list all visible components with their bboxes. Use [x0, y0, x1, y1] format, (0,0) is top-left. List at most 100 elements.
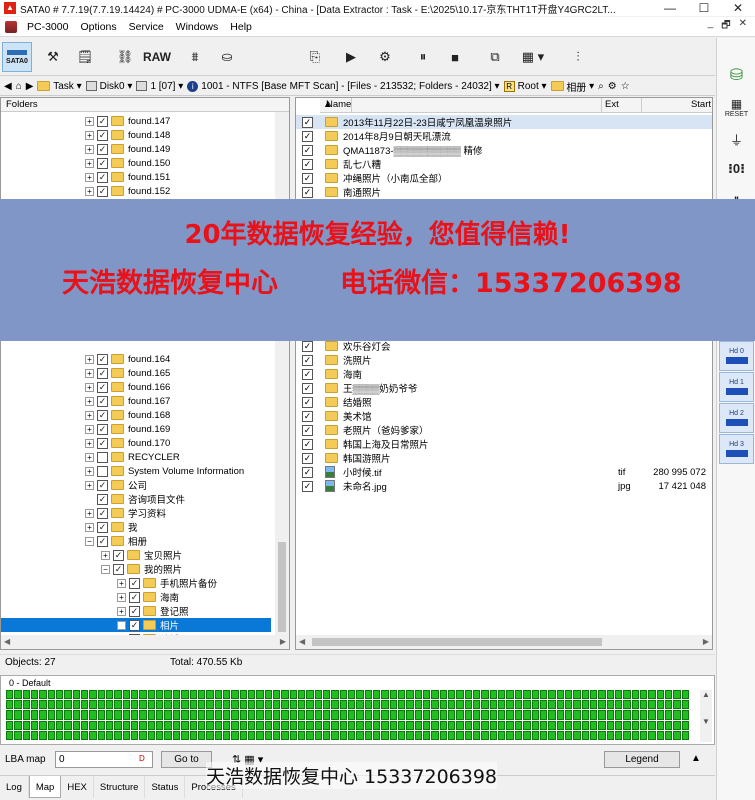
file-checkbox[interactable] — [302, 172, 313, 184]
expand-toggle-icon[interactable]: + — [85, 172, 94, 182]
folder-checkbox[interactable] — [97, 115, 108, 127]
save-icon[interactable]: ⎘ — [302, 42, 328, 72]
folder-tree-row[interactable]: + found.164 — [1, 352, 271, 366]
hd0-button[interactable]: Hd 0 — [719, 341, 754, 371]
file-checkbox[interactable] — [302, 354, 313, 366]
nav-home-icon[interactable]: ⌂ — [16, 81, 22, 92]
folder-tree-row[interactable]: + 学习资料 — [1, 506, 271, 520]
file-checkbox[interactable] — [302, 452, 313, 464]
hd2-button[interactable]: Hd 2 — [719, 403, 754, 433]
expand-toggle-icon[interactable]: + — [85, 396, 94, 406]
nav-forward-icon[interactable]: ▶ — [26, 81, 34, 92]
column-name[interactable]: Name ▲ — [320, 98, 602, 112]
folder-checkbox[interactable] — [113, 563, 124, 575]
file-checkbox[interactable] — [302, 368, 313, 380]
sata-port-button[interactable]: SATA0 — [2, 42, 32, 72]
expand-toggle-icon[interactable]: + — [85, 410, 94, 420]
folder-tree-row[interactable]: + found.150 — [1, 156, 271, 170]
menu-help[interactable]: Help — [224, 21, 258, 33]
expand-toggle-icon[interactable]: + — [117, 606, 126, 616]
expand-toggle-icon[interactable]: + — [85, 508, 94, 518]
image-dropdown-icon[interactable]: ▦ ▾ — [512, 42, 554, 72]
sort-icon[interactable]: ⩩ — [182, 42, 208, 72]
mdi-close-button[interactable]: ✕ — [739, 18, 747, 35]
folder-checkbox[interactable] — [97, 129, 108, 141]
file-checkbox[interactable] — [302, 130, 313, 142]
files-horizontal-scrollbar[interactable]: ◀ ▶ — [296, 635, 712, 649]
expand-toggle-icon[interactable]: − — [101, 564, 110, 574]
file-row[interactable]: 海南 — [296, 367, 712, 381]
folder-tree-row[interactable]: + found.167 — [1, 394, 271, 408]
folder-checkbox[interactable] — [97, 409, 108, 421]
breadcrumb-current[interactable]: 相册 ▾ — [550, 79, 594, 94]
expand-toggle-icon[interactable]: + — [85, 368, 94, 378]
legend-button[interactable]: Legend — [604, 751, 680, 768]
expand-toggle-icon[interactable]: + — [117, 592, 126, 602]
folder-tree-row[interactable]: + found.170 — [1, 436, 271, 450]
expand-toggle-icon[interactable]: + — [85, 424, 94, 434]
folder-tree-row[interactable]: + found.168 — [1, 408, 271, 422]
folder-checkbox[interactable] — [129, 619, 140, 631]
file-checkbox[interactable] — [302, 382, 313, 394]
file-checkbox[interactable] — [302, 424, 313, 436]
folder-checkbox[interactable] — [97, 493, 108, 505]
folder-tree-row[interactable]: + found.149 — [1, 142, 271, 156]
split-icon[interactable]: ⫶ — [565, 42, 591, 72]
file-checkbox[interactable] — [302, 438, 313, 450]
folder-checkbox[interactable] — [129, 591, 140, 603]
report-icon[interactable]: 🗒 — [72, 42, 98, 72]
tab-hex[interactable]: HEX — [61, 776, 94, 798]
breadcrumb-disk[interactable]: Disk0 ▾ — [85, 81, 132, 92]
folder-tree-row[interactable]: − 相册 — [1, 534, 271, 548]
expand-toggle-icon[interactable]: + — [85, 354, 94, 364]
folder-tree-row[interactable]: + RECYCLER — [1, 450, 271, 464]
folder-tree-row[interactable]: + 相片 — [1, 618, 271, 632]
file-row[interactable]: 2013年11月22日-23日咸宁凤凰温泉照片 — [296, 115, 712, 129]
folder-checkbox[interactable] — [97, 381, 108, 393]
maximize-button[interactable]: ☐ — [687, 1, 721, 15]
folder-checkbox[interactable] — [97, 479, 108, 491]
folder-checkbox[interactable] — [97, 157, 108, 169]
breadcrumb-task[interactable]: Task ▾ — [37, 81, 82, 92]
breadcrumb-partition[interactable]: 1 [07] ▾ — [136, 81, 183, 92]
export-icon[interactable]: ⛀ — [214, 42, 240, 72]
folder-checkbox[interactable] — [97, 423, 108, 435]
stop-icon[interactable]: ■ — [442, 42, 468, 72]
expand-toggle-icon[interactable]: + — [101, 550, 110, 560]
decimal-mode-icon[interactable]: D — [139, 754, 145, 763]
folders-horizontal-scrollbar[interactable]: ◀ ▶ — [1, 635, 289, 649]
folders-vertical-scrollbar[interactable] — [275, 112, 289, 636]
nav-back-icon[interactable]: ◀ — [4, 81, 12, 92]
app-menu-icon[interactable] — [5, 20, 17, 33]
expand-toggle-icon[interactable]: + — [85, 144, 94, 154]
menu-windows[interactable]: Windows — [170, 21, 225, 33]
expand-toggle-icon[interactable] — [85, 495, 94, 504]
file-row[interactable]: 2014年8月9日朝天吼漂流 — [296, 129, 712, 143]
file-row[interactable]: 乱七八糟 — [296, 157, 712, 171]
file-checkbox[interactable] — [302, 116, 313, 128]
folder-checkbox[interactable] — [97, 437, 108, 449]
folder-tree-row[interactable]: + found.152 — [1, 184, 271, 198]
file-checkbox[interactable] — [302, 158, 313, 170]
file-row[interactable]: 老照片（爸妈爹家） — [296, 423, 712, 437]
power-icon[interactable]: ⛁ — [720, 60, 753, 90]
folder-checkbox[interactable] — [97, 465, 108, 477]
breadcrumb-root[interactable]: R Root ▾ — [503, 80, 547, 92]
expand-toggle-icon[interactable]: + — [85, 480, 94, 490]
map-scroll-up-icon[interactable]: ▲ — [702, 690, 710, 699]
file-row[interactable]: 王▒▒▒▒奶奶爷爷 — [296, 381, 712, 395]
file-row[interactable]: 小时候.tif tif 280 995 072 — [296, 465, 712, 479]
breadcrumb-scan[interactable]: i 1001 - NTFS [Base MFT Scan] - [Files - … — [187, 80, 500, 92]
tools-icon[interactable]: ⚒ — [40, 42, 66, 72]
file-checkbox[interactable] — [302, 480, 313, 492]
file-row[interactable]: 结婚照 — [296, 395, 712, 409]
expand-toggle-icon[interactable]: + — [85, 186, 94, 196]
file-row[interactable]: 美术馆 — [296, 409, 712, 423]
file-row[interactable]: 冲绳照片（小南瓜全部） — [296, 171, 712, 185]
file-checkbox[interactable] — [302, 396, 313, 408]
folder-tree-row[interactable]: + 登记照 — [1, 604, 271, 618]
folder-checkbox[interactable] — [97, 507, 108, 519]
tab-map[interactable]: Map — [28, 776, 62, 798]
files-scroll-thumb[interactable] — [312, 638, 602, 646]
hd3-button[interactable]: Hd 3 — [719, 434, 754, 464]
